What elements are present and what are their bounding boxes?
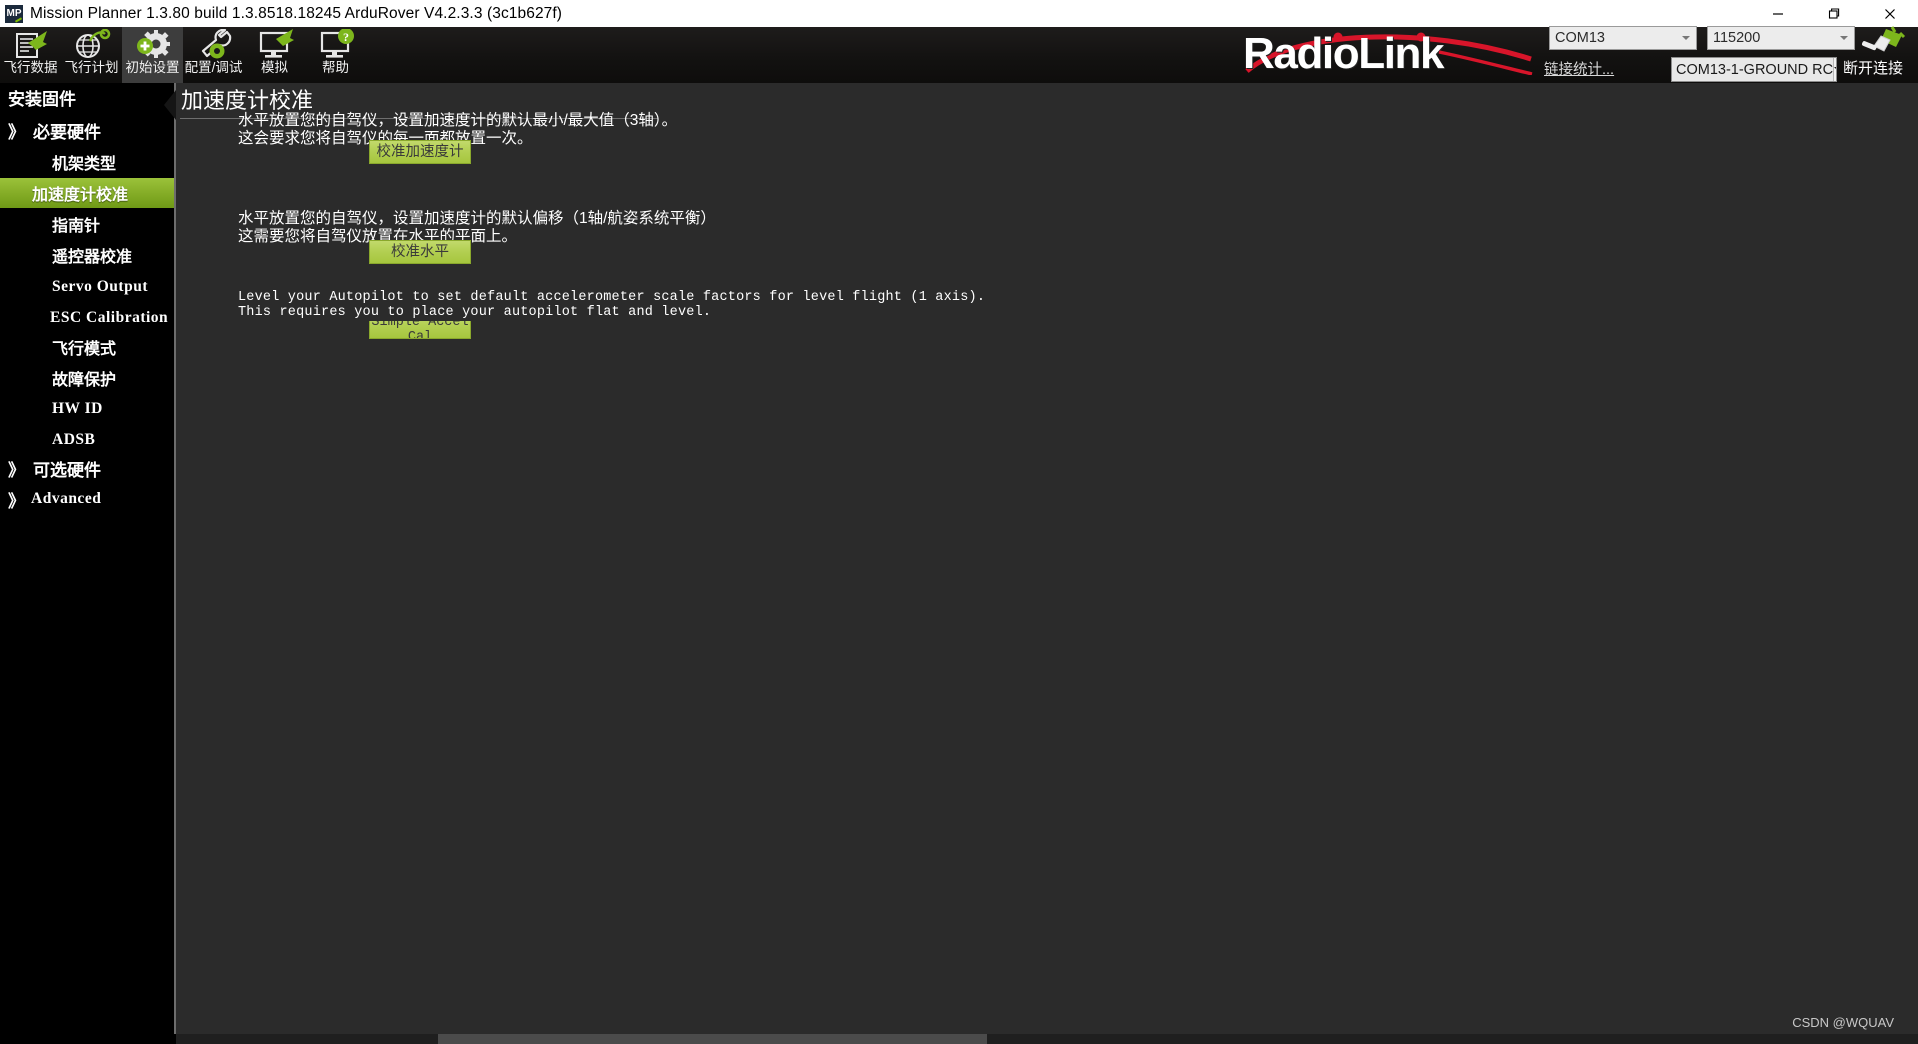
sidebar-item-label: 可选硬件 bbox=[33, 460, 101, 480]
sidebar-item-failsafe[interactable]: 故障保护 bbox=[0, 364, 176, 392]
sidebar-item-label: 指南针 bbox=[52, 218, 101, 235]
toolbar-item-config-tuning[interactable]: 配置/调试 bbox=[183, 27, 244, 83]
help-icon: ? bbox=[308, 29, 364, 60]
window-controls bbox=[1750, 0, 1918, 27]
plug-connected-icon[interactable] bbox=[1848, 25, 1906, 57]
title-bar: MP Mission Planner 1.3.80 build 1.3.8518… bbox=[0, 0, 1918, 27]
calibrate-level-button[interactable]: 校准水平 bbox=[369, 240, 471, 264]
sidebar-item-label: Advanced bbox=[31, 490, 102, 507]
sidebar-item-label: 遥控器校准 bbox=[52, 249, 133, 266]
config-tuning-icon bbox=[186, 29, 242, 60]
toolbar-label: 配置/调试 bbox=[184, 60, 243, 75]
baud-rate-value: 115200 bbox=[1713, 30, 1761, 46]
sidebar-item-label: 飞行模式 bbox=[52, 341, 117, 358]
simple-accel-cal-label-bottom: Cal bbox=[407, 330, 433, 339]
sidebar-item-install-firmware[interactable]: 安装固件 bbox=[0, 83, 176, 111]
minimize-icon[interactable] bbox=[1750, 0, 1806, 27]
disconnect-button[interactable]: 断开连接 bbox=[1843, 57, 1903, 78]
toolbar-label: 帮助 bbox=[322, 60, 349, 75]
svg-text:?: ? bbox=[343, 30, 349, 44]
sidebar-item-label: 加速度计校准 bbox=[32, 187, 129, 204]
sidebar-item-label: ADSB bbox=[52, 431, 96, 448]
com-port-value: COM13 bbox=[1555, 30, 1605, 46]
sidebar-item-accel-calibration[interactable]: 加速度计校准 bbox=[0, 178, 176, 208]
level-calibration-line1: 水平放置您的自驾仪，设置加速度计的默认偏移（1轴/航姿系统平衡） bbox=[238, 210, 716, 227]
sidebar-item-label: 必要硬件 bbox=[33, 122, 101, 142]
chevron-right-icon: 》 bbox=[8, 122, 25, 142]
toolbar-item-simulation[interactable]: 模拟 bbox=[244, 27, 305, 83]
com-port-select[interactable]: COM13 bbox=[1549, 26, 1697, 50]
toolbar-label: 模拟 bbox=[261, 60, 288, 75]
window-title: Mission Planner 1.3.80 build 1.3.8518.18… bbox=[30, 4, 563, 22]
sidebar-item-label: 安装固件 bbox=[8, 89, 76, 109]
link-stats-link[interactable]: 链接统计... bbox=[1544, 58, 1614, 79]
sidebar-item-radio-calibration[interactable]: 遥控器校准 bbox=[0, 241, 176, 269]
setup-sidebar: 安装固件 》 必要硬件 机架类型 加速度计校准 指南针 遥控器校准 Servo … bbox=[0, 83, 176, 1044]
sidebar-item-servo-output[interactable]: Servo Output bbox=[0, 273, 176, 301]
sidebar-item-flight-modes[interactable]: 飞行模式 bbox=[0, 333, 176, 361]
sidebar-item-label: HW ID bbox=[52, 400, 103, 417]
chevron-down-icon bbox=[1840, 36, 1848, 40]
simple-accel-line2: This requires you to place your autopilo… bbox=[238, 305, 712, 321]
toolbar-item-initial-setup[interactable]: 初始设置 bbox=[122, 27, 183, 83]
sidebar-group-mandatory-hardware[interactable]: 》 必要硬件 bbox=[0, 116, 176, 144]
toolbar-item-flight-plan[interactable]: 飞行计划 bbox=[61, 27, 122, 83]
accel-calibration-panel: 加速度计校准 水平放置您的自驾仪，设置加速度计的默认最小/最大值（3轴）。 这会… bbox=[176, 83, 1918, 1044]
app-icon: MP bbox=[5, 4, 23, 23]
simple-accel-line1: Level your Autopilot to set default acce… bbox=[238, 290, 986, 306]
sidebar-item-esc-calibration[interactable]: ESC Calibration bbox=[0, 304, 176, 332]
toolbar-label: 飞行数据 bbox=[3, 60, 58, 75]
chevron-down-icon bbox=[1682, 36, 1690, 40]
close-icon[interactable] bbox=[1862, 0, 1918, 27]
toolbar-label: 飞行计划 bbox=[64, 60, 119, 75]
sidebar-item-label: ESC Calibration bbox=[50, 309, 169, 326]
flight-data-icon bbox=[3, 29, 59, 60]
sidebar-group-optional-hardware[interactable]: 》 可选硬件 bbox=[0, 454, 176, 482]
device-value: COM13-1-GROUND RC bbox=[1676, 61, 1834, 78]
toolbar-item-flight-data[interactable]: 飞行数据 bbox=[0, 27, 61, 83]
sidebar-item-adsb[interactable]: ADSB bbox=[0, 426, 176, 454]
device-select[interactable]: COM13-1-GROUND RC bbox=[1671, 57, 1837, 82]
radiolink-arc-tail-icon bbox=[1438, 50, 1533, 75]
sidebar-item-label: 故障保护 bbox=[52, 372, 117, 389]
calibrate-accel-button[interactable]: 校准加速度计 bbox=[369, 140, 471, 164]
sidebar-item-compass[interactable]: 指南针 bbox=[0, 210, 176, 238]
sidebar-item-hw-id[interactable]: HW ID bbox=[0, 395, 176, 423]
toolbar-label: 初始设置 bbox=[125, 60, 180, 75]
initial-setup-icon bbox=[125, 29, 181, 60]
sidebar-item-frame-type[interactable]: 机架类型 bbox=[0, 148, 176, 176]
scrollbar-thumb[interactable] bbox=[438, 1034, 987, 1044]
mission-planner-window: MP Mission Planner 1.3.80 build 1.3.8518… bbox=[0, 0, 1918, 1044]
sidebar-bottom-filler bbox=[0, 1034, 176, 1044]
maximize-icon[interactable] bbox=[1806, 0, 1862, 27]
sidebar-group-advanced[interactable]: 》 Advanced bbox=[0, 485, 176, 513]
chevron-down-icon[interactable] bbox=[1833, 58, 1836, 81]
simulation-icon bbox=[247, 29, 303, 60]
radiolink-logo: RadioLink bbox=[1243, 25, 1533, 75]
sidebar-selection-pointer bbox=[164, 90, 176, 120]
baud-rate-select[interactable]: 115200 bbox=[1707, 26, 1855, 50]
flight-plan-icon bbox=[64, 29, 120, 60]
sidebar-item-label: 机架类型 bbox=[52, 156, 117, 173]
chevron-right-icon: 》 bbox=[8, 460, 25, 480]
accel-calibration-line1: 水平放置您的自驾仪，设置加速度计的默认最小/最大值（3轴）。 bbox=[238, 112, 678, 129]
chevron-right-icon: 》 bbox=[8, 491, 25, 511]
horizontal-scrollbar[interactable] bbox=[176, 1034, 1918, 1044]
toolbar-item-help[interactable]: ? 帮助 bbox=[305, 27, 366, 83]
sidebar-item-label: Servo Output bbox=[52, 278, 148, 295]
watermark: CSDN @WQUAV bbox=[1792, 1015, 1894, 1030]
